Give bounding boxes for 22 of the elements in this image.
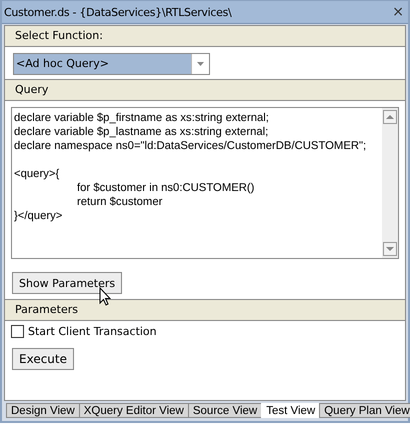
checkbox[interactable] [11,325,24,338]
dropdown-arrow-icon [197,62,204,66]
close-button[interactable]: × [392,4,404,20]
show-parameters-button[interactable]: Show Parameters [12,272,122,294]
window-title: Customer.ds - {DataServices}\RTLServices\ [4,6,232,18]
section-header: Query [5,79,405,101]
section-header: Parameters [5,299,405,321]
scrollbar[interactable] [382,108,398,258]
scroll-up-icon[interactable] [383,110,397,124]
tab[interactable]: Design View [6,403,80,418]
function-dropdown[interactable]: <Ad hoc Query> [13,53,210,75]
tab[interactable]: Source View [188,403,262,418]
checkbox-label: Start Client Transaction [28,325,157,338]
section-header: Select Function: [5,25,405,47]
query-text: declare variable $p_firstname as xs:string external; declare variable $p_lastname as xs:string external; declare namespace ns0="ld:DataServices/CustomerDB/CUSTOMER"; <query>{ for $customer in ns0:CUSTOMER() return $customer }</query> [13,111,368,224]
scroll-down-icon[interactable] [383,242,397,256]
query-editor[interactable] [11,107,399,259]
tab[interactable]: Query Plan View [319,403,410,418]
tab[interactable]: Test View [261,403,320,418]
execute-button[interactable]: Execute [12,348,74,370]
mouse-cursor-icon [99,287,111,306]
tab[interactable]: XQuery Editor View [78,403,189,418]
